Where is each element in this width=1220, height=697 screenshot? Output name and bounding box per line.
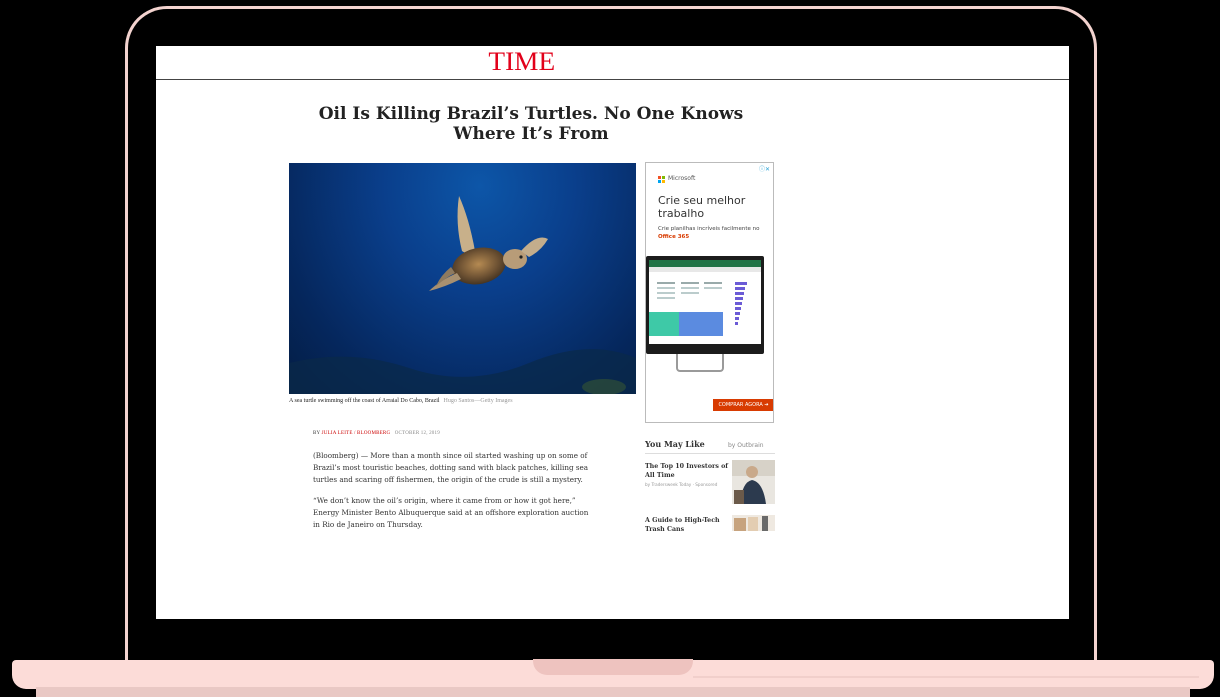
ad-title: Crie seu melhor trabalho: [658, 194, 746, 220]
laptop-base-shadow: [36, 687, 1190, 697]
divider: [645, 453, 775, 454]
recommendation-title[interactable]: The Top 10 Investors of All Time: [645, 462, 731, 480]
image-caption: A sea turtle swimming off the coast of A…: [289, 398, 513, 404]
outbrain-label[interactable]: by Outbrain: [728, 442, 764, 449]
time-logo[interactable]: TIME: [488, 47, 555, 77]
ad-subtitle-text: Crie planilhas incríveis facilmente no: [658, 226, 760, 232]
image-credit: Hugo Santos—Getty Images: [443, 398, 513, 404]
spreadsheet-illustration: [649, 260, 761, 336]
site-header: TIME: [156, 46, 1069, 80]
recommendation-thumbnail[interactable]: [732, 460, 775, 504]
page-blank-area: [156, 531, 1069, 619]
microsoft-logo-icon: [658, 176, 665, 183]
ad-cta-button[interactable]: COMPRAR AGORA ➔: [713, 399, 773, 411]
monitor-stand: [676, 354, 724, 372]
caption-text: A sea turtle swimming off the coast of A…: [289, 398, 440, 404]
browser-viewport: TIME Oil Is Killing Brazil’s Turtles. No…: [156, 46, 1069, 619]
microsoft-ad[interactable]: ⓘ✕ Microsoft Crie seu melhor trabalho Cr…: [645, 162, 774, 423]
surface-monitor-image: [646, 256, 764, 354]
recommendations-heading: You May Like: [645, 439, 705, 449]
ad-subtitle: Crie planilhas incríveis facilmente no O…: [658, 225, 768, 241]
article-byline: BY JULIA LEITE / BLOOMBERG OCTOBER 12, 2…: [313, 431, 440, 436]
ad-subtitle-highlight: Office 365: [658, 234, 690, 240]
article-body: (Bloomberg) — More than a month since oi…: [313, 450, 603, 531]
publish-date: OCTOBER 12, 2019: [394, 431, 440, 436]
article-headline: Oil Is Killing Brazil’s Turtles. No One …: [318, 104, 744, 144]
adchoices-icon[interactable]: ⓘ✕: [759, 164, 770, 173]
sea-turtle-illustration: [289, 196, 636, 394]
article-hero-image: [289, 163, 636, 394]
article-paragraph: “We don’t know the oil’s origin, where i…: [313, 496, 589, 529]
trash-can-photo-image: [732, 515, 775, 531]
recommendation-source: by Tradersweek Today · Sponsored: [645, 482, 718, 487]
article-paragraph: (Bloomberg) — More than a month since oi…: [313, 451, 589, 484]
recommendation-thumbnail[interactable]: [732, 515, 775, 531]
byline-prefix: BY: [313, 431, 321, 436]
laptop-notch: [533, 659, 693, 675]
author-link[interactable]: JULIA LEITE / BLOOMBERG: [322, 431, 391, 436]
ad-brand: Microsoft: [668, 175, 696, 182]
spreadsheet-screen-image: [649, 260, 761, 344]
laptop-base-line: [693, 676, 1199, 678]
investor-photo-image: [732, 460, 775, 504]
